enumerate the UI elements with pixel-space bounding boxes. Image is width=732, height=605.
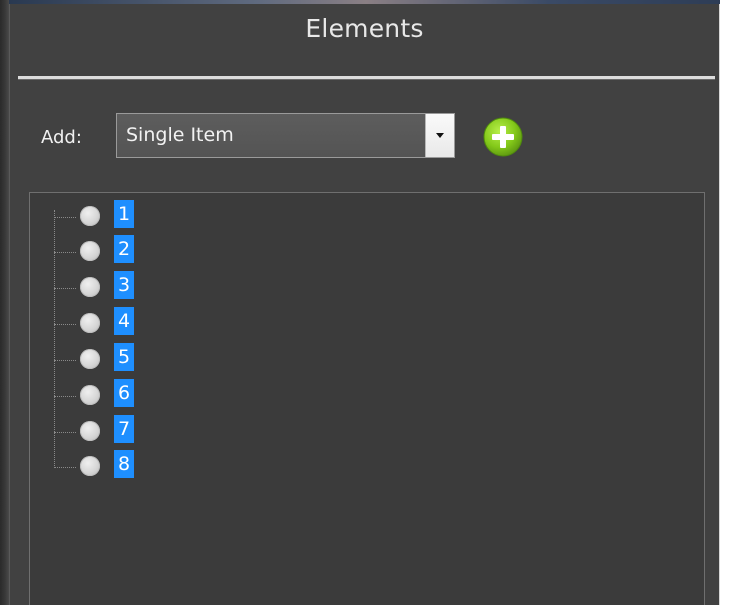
tree-connector-line [54, 210, 56, 466]
panel-left-frame [0, 0, 9, 605]
tree-branch-line [54, 467, 76, 469]
tree-branch-line [54, 217, 76, 219]
add-type-dropdown-value: Single Item [126, 124, 234, 146]
panel-right-frame [720, 0, 732, 605]
panel-title: Elements [305, 14, 424, 43]
tree-item-label[interactable]: 1 [114, 200, 135, 228]
tree-item-label[interactable]: 3 [114, 271, 135, 299]
title-divider [18, 76, 715, 79]
tree-item-label[interactable]: 2 [114, 235, 135, 263]
elements-panel: Elements Add: Single Item 1 2 3 4 5 6 7 … [0, 0, 732, 605]
tree-branch-line [54, 432, 76, 434]
circle-node-icon [80, 349, 100, 369]
circle-node-icon [80, 241, 100, 261]
tree-branch-line [54, 252, 76, 254]
tree-item-label[interactable]: 5 [114, 343, 135, 371]
plus-circle-icon [483, 117, 523, 157]
add-label: Add: [41, 127, 82, 148]
circle-node-icon [80, 206, 100, 226]
circle-node-icon [80, 277, 100, 297]
add-type-dropdown[interactable]: Single Item [116, 113, 455, 158]
tree-item-label[interactable]: 6 [114, 379, 135, 407]
add-element-button[interactable] [483, 117, 523, 157]
window-top-strip [0, 0, 732, 4]
circle-node-icon [80, 456, 100, 476]
tree-branch-line [54, 288, 76, 290]
panel-left-border [9, 4, 10, 605]
chevron-down-icon [436, 133, 444, 138]
circle-node-icon [80, 313, 100, 333]
tree-branch-line [54, 360, 76, 362]
circle-node-icon [80, 421, 100, 441]
tree-item-label[interactable]: 4 [114, 307, 135, 335]
dropdown-toggle-button[interactable] [425, 114, 454, 157]
circle-node-icon [80, 385, 100, 405]
tree-item-label[interactable]: 7 [114, 415, 135, 443]
tree-branch-line [54, 396, 76, 398]
tree-item-label[interactable]: 8 [114, 450, 135, 478]
tree-branch-line [54, 324, 76, 326]
